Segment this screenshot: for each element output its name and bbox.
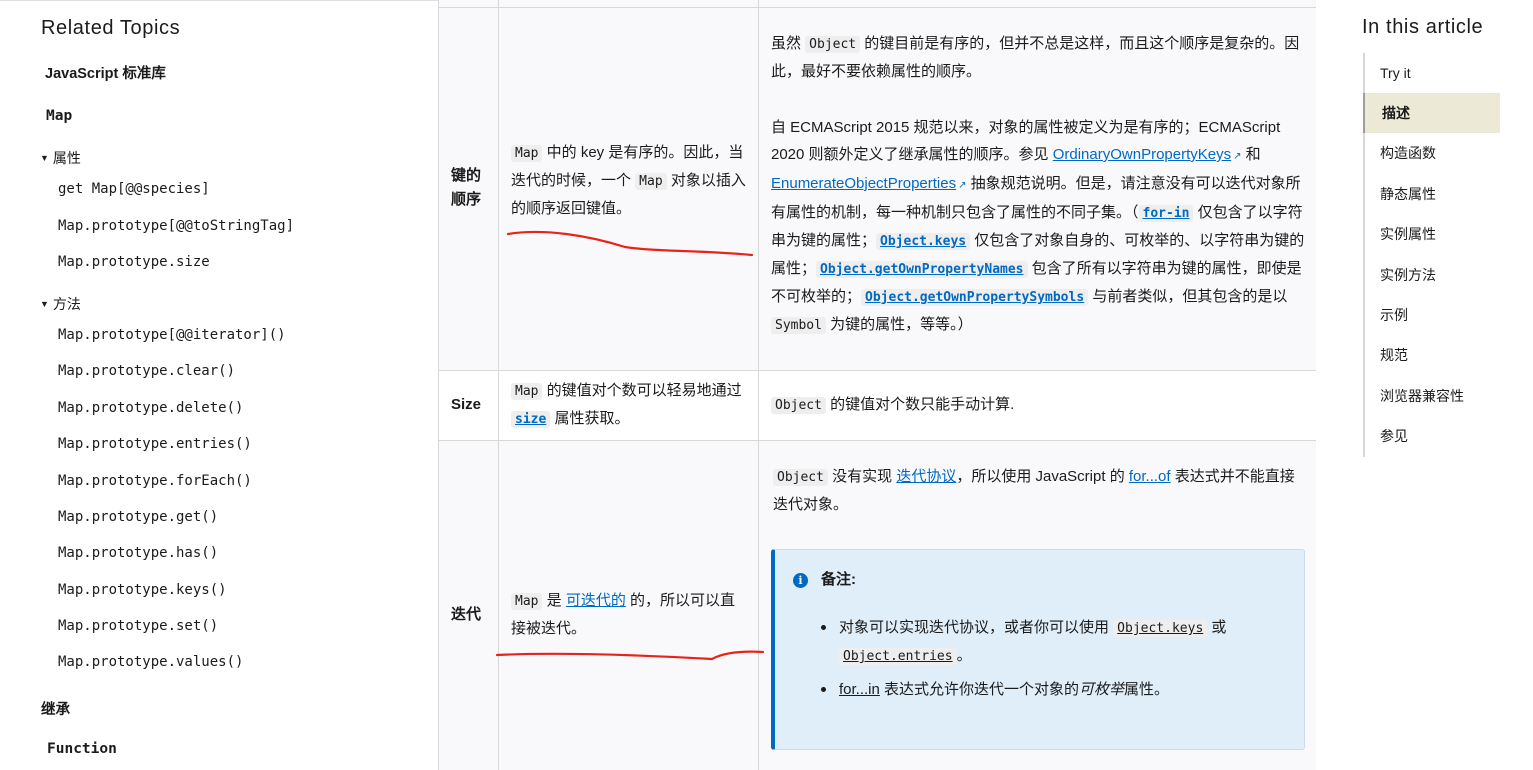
table-cell (439, 0, 499, 7)
sidebar-item-method[interactable]: Map.prototype[@@iterator]() (58, 327, 286, 343)
table-cell-map: Map 的键值对个数可以轻易地通过 size 属性获取。 (499, 371, 759, 440)
table-cell-object: 虽然 Object 的键目前是有序的，但并不总是这样，而且这个顺序是复杂的。因此… (759, 8, 1316, 370)
object-keys-link[interactable]: Object.keys (1113, 620, 1208, 637)
table-row (439, 0, 1316, 8)
object-order-para-2: 自 ECMAScript 2015 规范以来，对象的属性被定义为是有序的；ECM… (771, 114, 1306, 339)
row-header: 键的顺序 (451, 167, 482, 208)
get-own-property-names-link[interactable]: Object.getOwnPropertyNames (816, 261, 1028, 278)
toc-item-browser-compat[interactable]: 浏览器兼容性 (1363, 376, 1500, 416)
toc-item-specifications[interactable]: 规范 (1363, 335, 1500, 375)
map-order-text: Map 中的 key 是有序的。因此，当迭代的时候，一个 Map 对象以插入的顺… (511, 144, 746, 217)
row-header: 迭代 (451, 606, 482, 623)
toc-item-try-it[interactable]: Try it (1363, 53, 1500, 93)
object-iter-text: Object 没有实现 迭代协议，所以使用 JavaScript 的 for..… (773, 468, 1295, 513)
sidebar-group-properties[interactable]: ▼ 属性 (40, 148, 81, 168)
toc-title: In this article (1362, 16, 1484, 38)
sidebar-item-property[interactable]: Map.prototype.size (58, 254, 210, 270)
table-of-contents: In this article Try it 描述 构造函数 静态属性 实例属性… (1316, 0, 1533, 770)
note-callout: i 备注: 对象可以实现迭代协议，或者你可以使用 Object.keys 或 O… (771, 549, 1305, 750)
toc-item-see-also[interactable]: 参见 (1363, 416, 1500, 456)
toc-item-instance-properties[interactable]: 实例属性 (1363, 214, 1500, 254)
toc-item-examples[interactable]: 示例 (1363, 295, 1500, 335)
sidebar-item-function[interactable]: Function (47, 741, 117, 757)
table-header-cell: 迭代 (439, 441, 499, 770)
row-header: Size (451, 396, 482, 413)
note-list-item: for...in 表达式允许你迭代一个对象的可枚举属性。 (821, 676, 1291, 703)
toc-item-instance-methods[interactable]: 实例方法 (1363, 255, 1500, 295)
table-cell (499, 0, 759, 7)
note-title: 备注: (821, 571, 856, 588)
sidebar-item-method[interactable]: Map.prototype.forEach() (58, 473, 252, 489)
group-label: 属性 (52, 150, 81, 166)
toc-item-constructor[interactable]: 构造函数 (1363, 133, 1500, 173)
sidebar-item-map[interactable]: Map (46, 108, 72, 124)
object-entries-link[interactable]: Object.entries (839, 648, 957, 665)
note-list-item: 对象可以实现迭代协议，或者你可以使用 Object.keys 或 Object.… (821, 614, 1291, 670)
for-in-link[interactable]: for-in (1138, 205, 1194, 222)
table-cell-map: Map 是 可迭代的 的，所以可以直接被迭代。 (499, 441, 759, 770)
sidebar-item-method[interactable]: Map.prototype.values() (58, 654, 243, 670)
sidebar-item-method[interactable]: Map.prototype.keys() (58, 582, 227, 598)
table-cell-object: Object 的键值对个数只能手动计算. (759, 371, 1316, 440)
sidebar-item-method[interactable]: Map.prototype.has() (58, 545, 218, 561)
sidebar-group-methods[interactable]: ▼ 方法 (40, 294, 81, 314)
sidebar-item-property[interactable]: get Map[@@species] (58, 181, 210, 197)
group-label: 方法 (52, 296, 81, 312)
related-topics-sidebar: Related Topics JavaScript 标准库 Map ▼ 属性 ge… (0, 0, 438, 770)
table-header-cell: 键的顺序 (439, 8, 499, 370)
map-size-text: Map 的键值对个数可以轻易地通过 size 属性获取。 (511, 377, 749, 433)
comparison-table: 键的顺序 Map 中的 key 是有序的。因此，当迭代的时候，一个 Map 对象… (438, 0, 1316, 770)
sidebar-item-inheritance[interactable]: 继承 (41, 698, 70, 719)
table-row-size: Size Map 的键值对个数可以轻易地通过 size 属性获取。 Object… (439, 371, 1316, 441)
enumerate-object-properties-link[interactable]: EnumerateObjectProperties (771, 175, 966, 192)
expand-triangle-icon: ▼ (40, 299, 49, 309)
object-keys-link[interactable]: Object.keys (876, 233, 971, 250)
for-in-link[interactable]: for...in (839, 681, 880, 698)
map-iter-text: Map 是 可迭代的 的，所以可以直接被迭代。 (511, 592, 736, 637)
sidebar-item-stdlib[interactable]: JavaScript 标准库 (45, 62, 166, 83)
toc-item-description[interactable]: 描述 (1363, 93, 1500, 133)
for-of-link[interactable]: for...of (1129, 468, 1171, 485)
sidebar-item-method[interactable]: Map.prototype.entries() (58, 436, 252, 452)
object-order-para-1: 虽然 Object 的键目前是有序的，但并不总是这样，而且这个顺序是复杂的。因此… (771, 35, 1300, 80)
table-row-key-order: 键的顺序 Map 中的 key 是有序的。因此，当迭代的时候，一个 Map 对象… (439, 8, 1316, 371)
size-link[interactable]: size (511, 411, 551, 428)
iterable-link[interactable]: 可迭代的 (566, 592, 626, 609)
get-own-property-symbols-link[interactable]: Object.getOwnPropertySymbols (861, 289, 1089, 306)
note-list: 对象可以实现迭代协议，或者你可以使用 Object.keys 或 Object.… (821, 614, 1291, 709)
table-cell (759, 0, 1316, 7)
expand-triangle-icon: ▼ (40, 153, 49, 163)
sidebar-item-method[interactable]: Map.prototype.delete() (58, 400, 243, 416)
sidebar-item-property[interactable]: Map.prototype[@@toStringTag] (58, 218, 294, 234)
sidebar-item-method[interactable]: Map.prototype.set() (58, 618, 218, 634)
table-cell-map: Map 中的 key 是有序的。因此，当迭代的时候，一个 Map 对象以插入的顺… (499, 8, 759, 370)
object-size-text: Object 的键值对个数只能手动计算. (771, 391, 1306, 419)
iteration-protocol-link[interactable]: 迭代协议 (896, 468, 956, 485)
table-header-cell: Size (439, 371, 499, 440)
sidebar-title: Related Topics (41, 17, 181, 39)
info-icon: i (793, 573, 808, 588)
sidebar-item-method[interactable]: Map.prototype.get() (58, 509, 218, 525)
toc-item-static-properties[interactable]: 静态属性 (1363, 174, 1500, 214)
ordinary-own-property-keys-link[interactable]: OrdinaryOwnPropertyKeys (1053, 146, 1242, 163)
sidebar-item-method[interactable]: Map.prototype.clear() (58, 363, 235, 379)
